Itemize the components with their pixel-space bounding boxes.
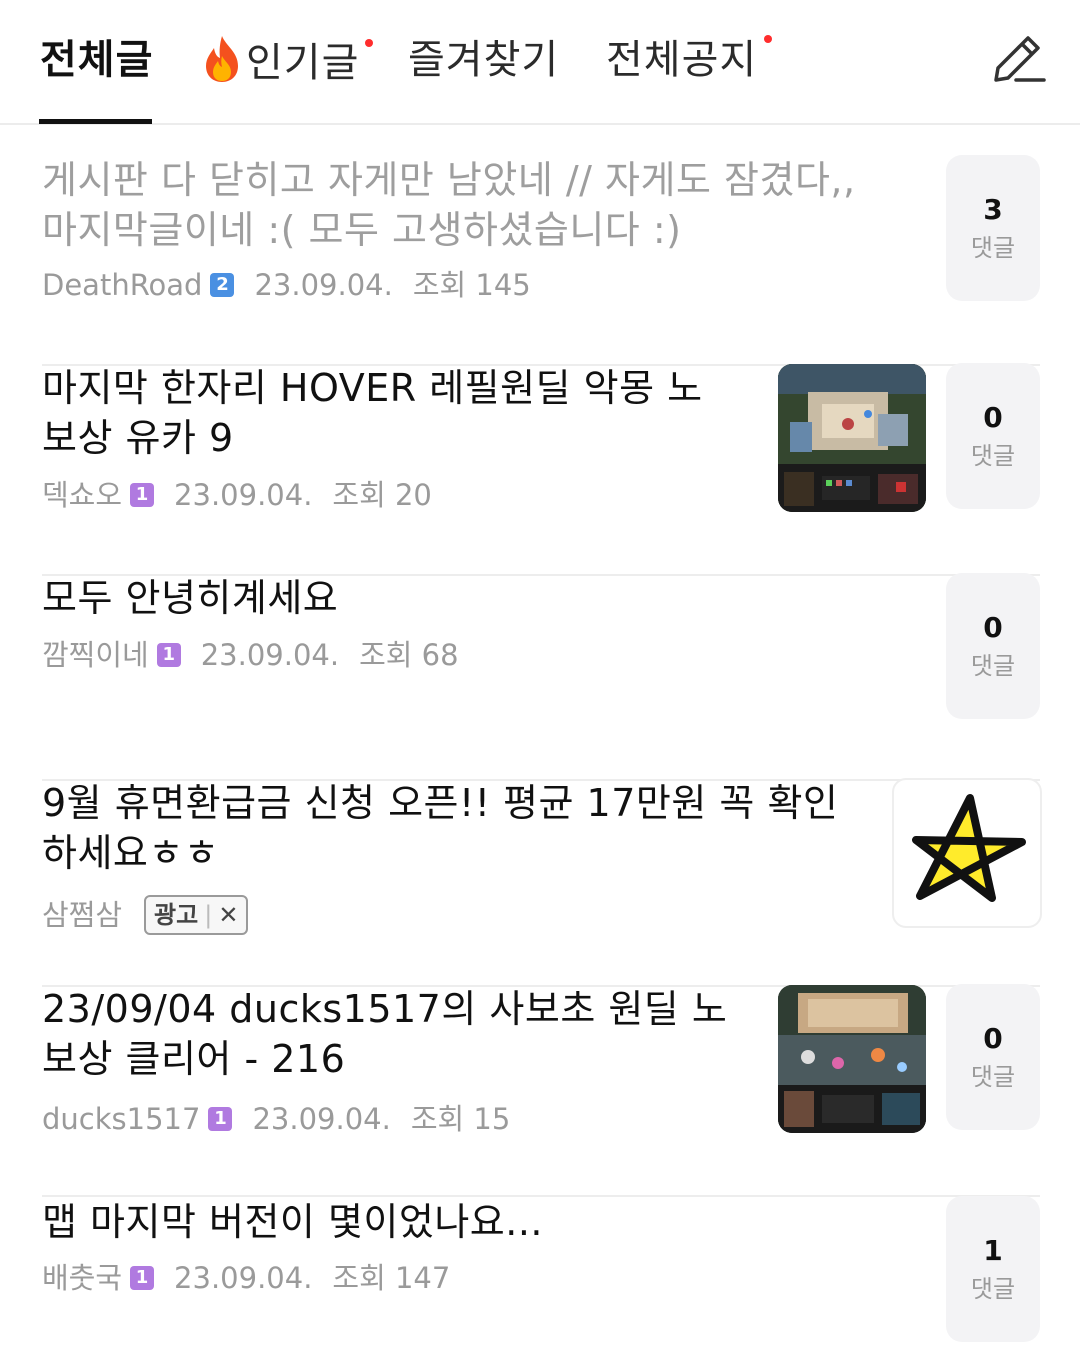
level-badge: 2: [210, 273, 235, 297]
ad-item[interactable]: 9월 휴면환급금 신청 오픈!! 평균 17만원 꼭 확인 하세요ㅎㅎ 삼쩜삼 …: [42, 778, 1042, 987]
star-icon: [912, 794, 1026, 902]
comment-count: 1: [983, 1234, 1003, 1267]
author-name[interactable]: DeathRoad: [42, 267, 202, 303]
post-title[interactable]: 맵 마지막 버전이 몇이었나요...: [42, 1197, 543, 1247]
tab-notices[interactable]: 전체공지: [606, 34, 757, 86]
comment-count-button[interactable]: 3 댓글: [946, 155, 1040, 301]
post-item[interactable]: 모두 안녕히계세요 깜찍이네 1 23.09.04. 조회 68 0 댓글: [42, 573, 1040, 781]
post-meta: DeathRoad 2 23.09.04. 조회 145: [42, 267, 531, 303]
level-badge: 1: [130, 483, 155, 507]
view-count: 조회 147: [332, 1261, 451, 1295]
post-thumbnail[interactable]: [778, 364, 926, 512]
advertiser-name: 삼쩜삼: [42, 898, 123, 932]
level-badge: 1: [130, 1266, 155, 1290]
author-name[interactable]: 덱쇼오: [42, 477, 122, 513]
post-title[interactable]: 마지막 한자리 HOVER 레필원딜 악몽 노 보상 유카 9: [42, 363, 703, 463]
tab-all-posts[interactable]: 전체글: [40, 34, 153, 86]
post-meta: 깜찍이네 1 23.09.04. 조회 68: [42, 637, 459, 673]
comment-label: 댓글: [970, 234, 1016, 262]
ad-badge[interactable]: 광고 | ✕: [144, 895, 249, 935]
tab-popular[interactable]: 인기글: [200, 34, 359, 89]
post-date: 23.09.04.: [174, 1261, 313, 1295]
post-title[interactable]: 모두 안녕히계세요: [42, 573, 338, 623]
post-meta: 배춧국 1 23.09.04. 조회 147: [42, 1260, 450, 1296]
comment-count-button[interactable]: 0 댓글: [946, 363, 1040, 509]
ad-image[interactable]: [892, 778, 1042, 928]
post-item[interactable]: 마지막 한자리 HOVER 레필원딜 악몽 노 보상 유카 9 덱쇼오 1 23…: [42, 363, 1040, 576]
tab-popular-label: 인기글: [246, 40, 360, 86]
view-count: 조회 145: [412, 268, 531, 302]
post-meta: 덱쇼오 1 23.09.04. 조회 20: [42, 477, 432, 513]
author-name[interactable]: 배춧국: [42, 1260, 122, 1296]
comment-count-button[interactable]: 0 댓글: [946, 573, 1040, 719]
post-date: 23.09.04.: [254, 268, 393, 302]
tab-favorites[interactable]: 즐겨찾기: [408, 34, 559, 86]
post-date: 23.09.04.: [174, 478, 313, 512]
comment-label: 댓글: [970, 1275, 1016, 1303]
level-badge: 1: [156, 643, 181, 667]
close-icon[interactable]: ✕: [218, 897, 238, 933]
post-thumbnail[interactable]: [778, 985, 926, 1133]
level-badge: 1: [208, 1107, 233, 1131]
view-count: 조회 15: [410, 1102, 511, 1136]
post-item[interactable]: 23/09/04 ducks1517의 사보초 원딜 노 보상 클리어 - 21…: [42, 984, 1040, 1197]
active-tab-indicator: [39, 119, 152, 124]
ad-label: 광고: [154, 901, 199, 929]
author-name[interactable]: ducks1517: [42, 1101, 200, 1137]
post-item[interactable]: 게시판 다 닫히고 자게만 남았네 // 자게도 잠겼다,, 마지막글이네 :(…: [42, 155, 1040, 366]
new-badge-dot: [365, 39, 373, 47]
comment-count: 3: [983, 193, 1003, 226]
comment-label: 댓글: [970, 652, 1016, 680]
view-count: 조회 20: [332, 478, 432, 512]
comment-count-button[interactable]: 1 댓글: [946, 1196, 1040, 1342]
post-date: 23.09.04.: [252, 1102, 391, 1136]
ad-meta: 삼쩜삼 광고 | ✕: [42, 895, 249, 935]
comment-count: 0: [983, 1022, 1003, 1055]
view-count: 조회 68: [359, 638, 459, 672]
comment-count: 0: [983, 611, 1003, 644]
fire-icon: [206, 36, 238, 82]
pencil-icon[interactable]: [988, 28, 1050, 90]
ad-title[interactable]: 9월 휴면환급금 신청 오픈!! 평균 17만원 꼭 확인 하세요ㅎㅎ: [42, 778, 838, 878]
comment-count: 0: [983, 401, 1003, 434]
post-meta: ducks1517 1 23.09.04. 조회 15: [42, 1101, 510, 1137]
post-title[interactable]: 23/09/04 ducks1517의 사보초 원딜 노 보상 클리어 - 21…: [42, 984, 727, 1084]
comment-count-button[interactable]: 0 댓글: [946, 984, 1040, 1130]
post-date: 23.09.04.: [200, 638, 340, 672]
comment-label: 댓글: [970, 442, 1016, 470]
new-badge-dot: [764, 35, 772, 43]
post-title[interactable]: 게시판 다 닫히고 자게만 남았네 // 자게도 잠겼다,, 마지막글이네 :(…: [42, 155, 856, 255]
comment-label: 댓글: [970, 1063, 1016, 1091]
tab-bar: 전체글 인기글 즐겨찾기 전체공지: [0, 0, 1080, 125]
post-item[interactable]: 맵 마지막 버전이 몇이었나요... 배춧국 1 23.09.04. 조회 14…: [42, 1196, 1040, 1366]
author-name[interactable]: 깜찍이네: [42, 637, 149, 673]
